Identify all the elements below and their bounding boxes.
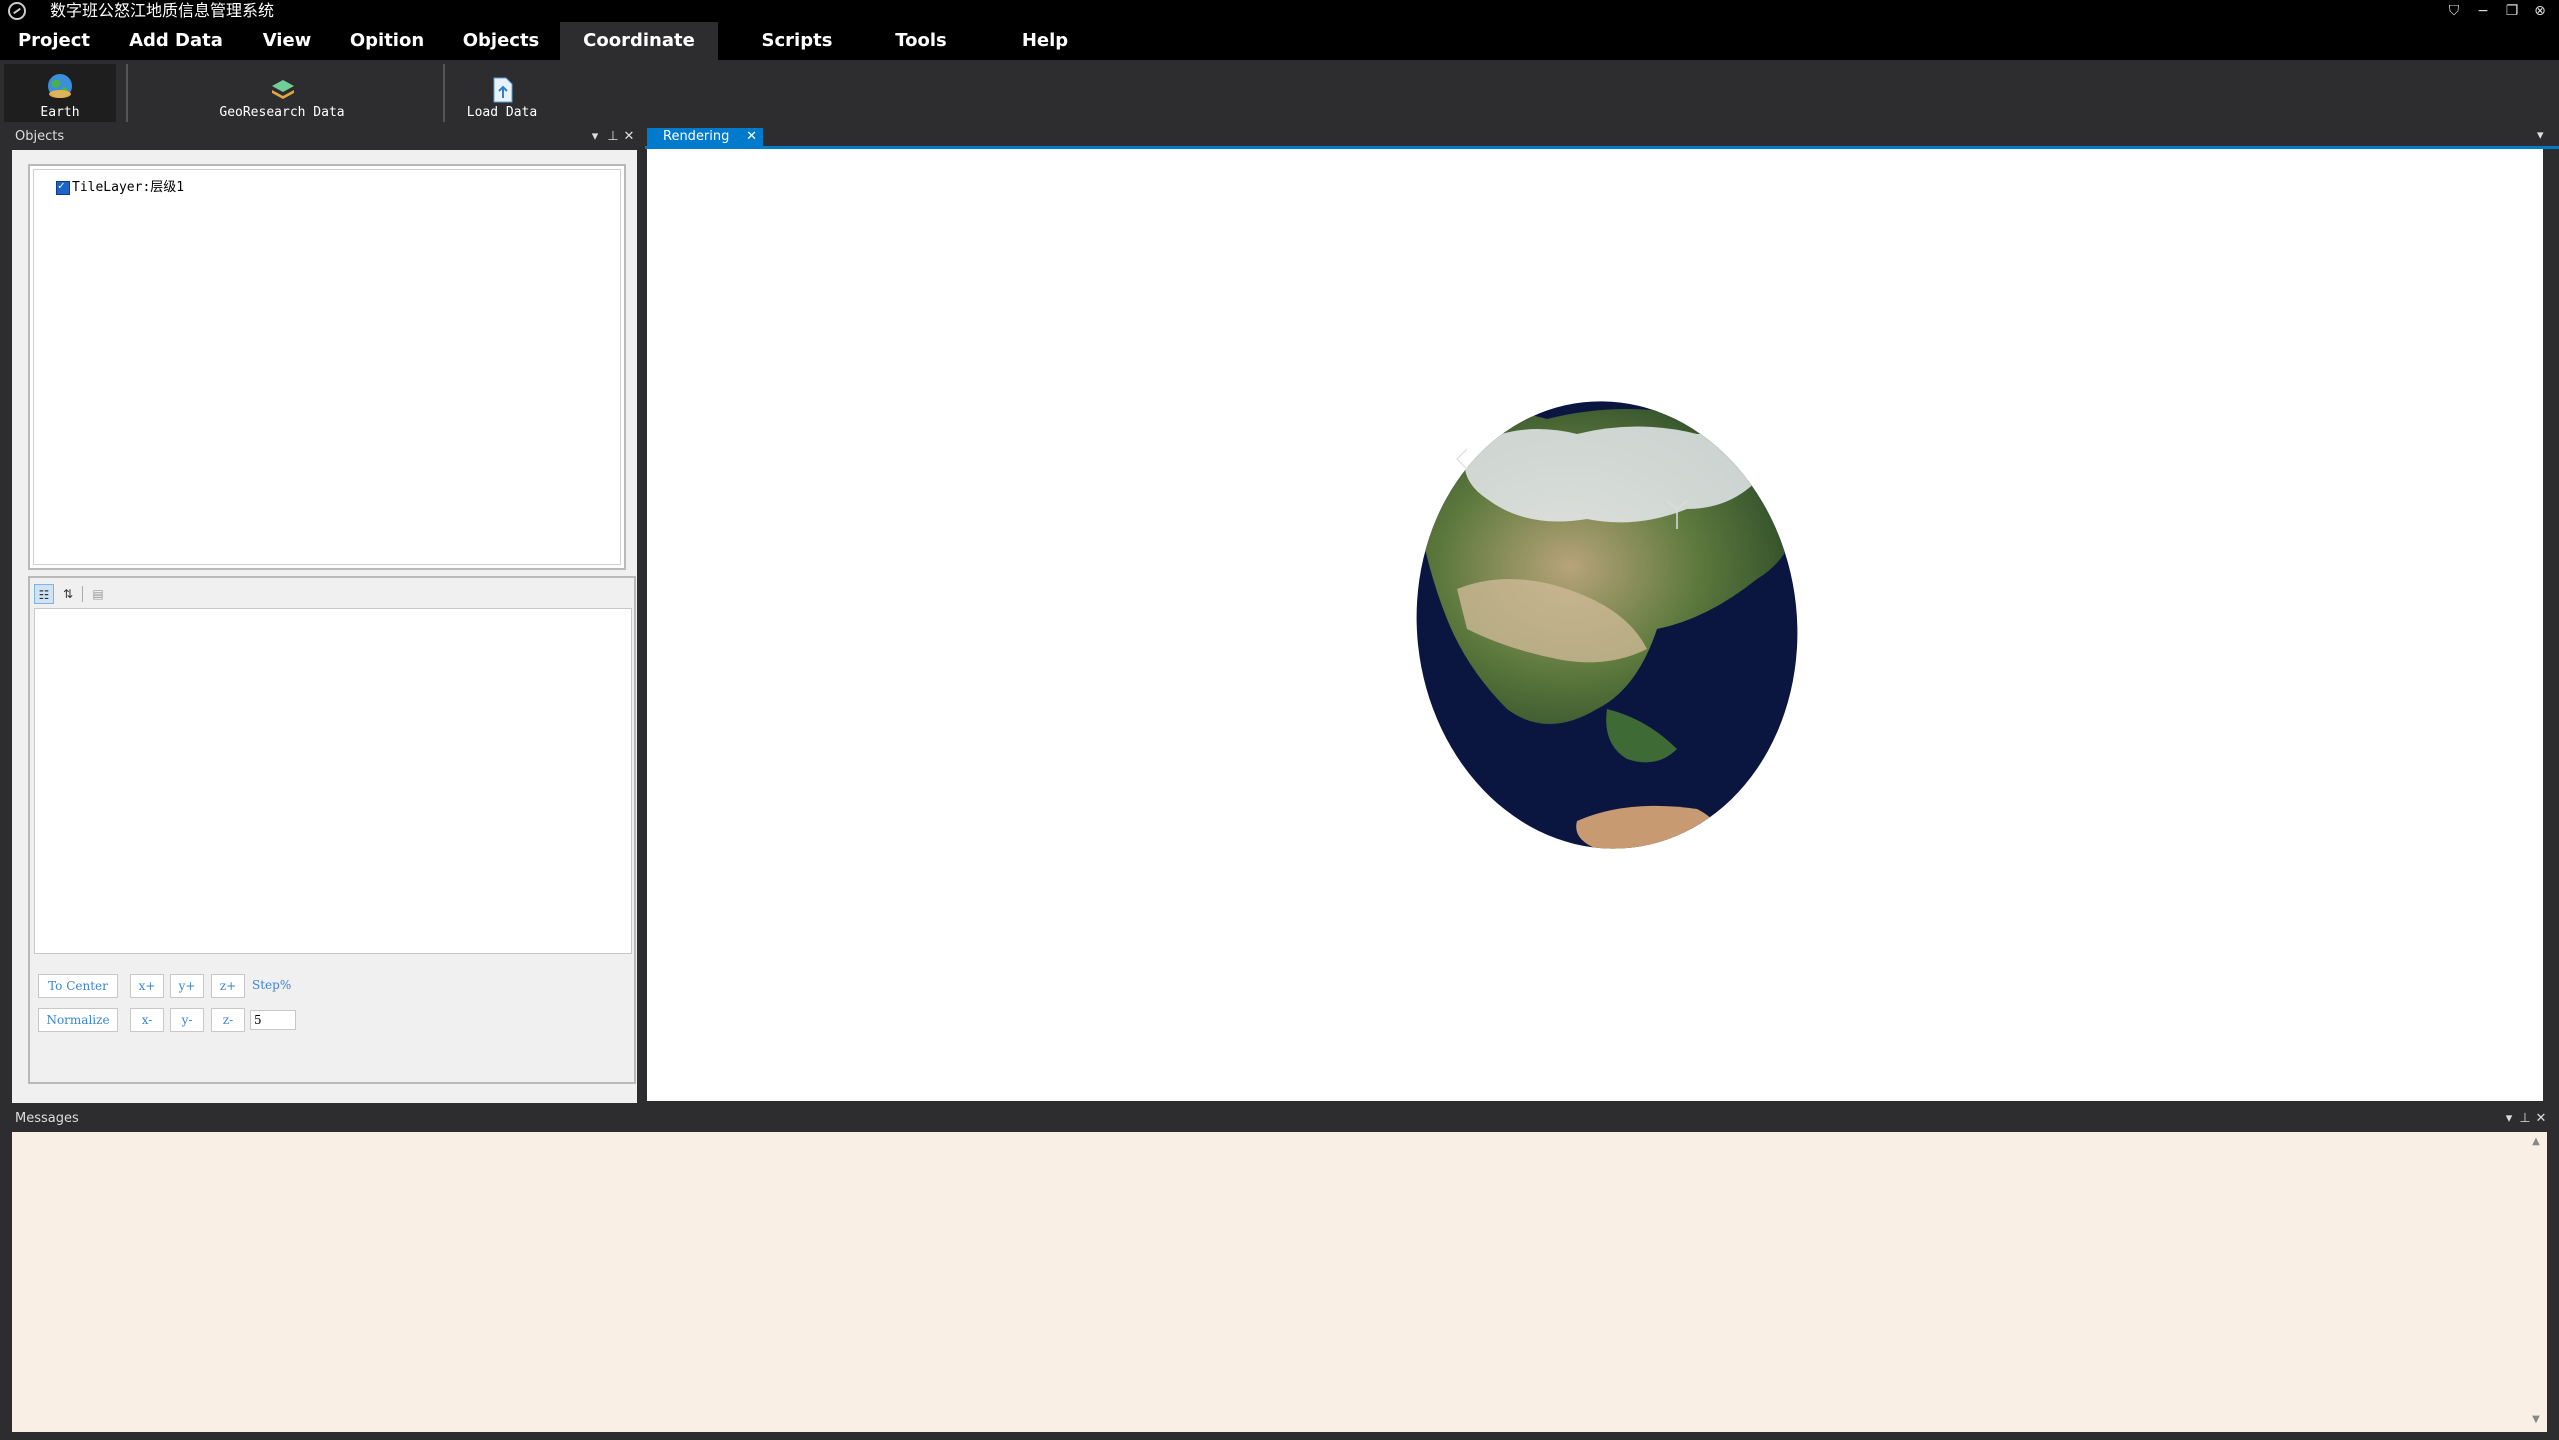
tree-item-tilelayer[interactable]: TileLayer:层级1 (56, 176, 184, 195)
menu-help[interactable]: Help (1000, 22, 1090, 60)
arctic-ice (1587, 350, 1667, 371)
panel-dropdown-icon[interactable]: ▾ (587, 128, 603, 146)
z-minus-button[interactable]: z- (211, 1008, 245, 1032)
tab-rendering[interactable]: Rendering ✕ (647, 128, 763, 146)
georesearch-data-button[interactable]: GeoResearch Data (206, 64, 358, 122)
x-plus-button[interactable]: x+ (130, 974, 164, 998)
skin-icon[interactable]: ⛉ (2444, 2, 2464, 20)
panel-close-icon[interactable]: ✕ (2533, 1110, 2549, 1128)
y-plus-button[interactable]: y+ (170, 974, 204, 998)
layers-icon (272, 80, 294, 99)
pin-icon[interactable]: ⊥ (2517, 1110, 2533, 1128)
menu-coordinate[interactable]: Coordinate (560, 22, 718, 60)
to-center-button[interactable]: To Center (38, 974, 118, 998)
menu-tools[interactable]: Tools (876, 22, 966, 60)
objects-panel-header: Objects ▾ ⊥ ✕ (15, 128, 635, 146)
messages-panel-header: Messages ▾ ⊥ ✕ (15, 1110, 2549, 1128)
layer-tree-inner: TileLayer:层级1 (33, 169, 621, 565)
messages-panel-title: Messages (15, 1111, 79, 1126)
tab-rendering-label: Rendering (663, 129, 730, 144)
restore-icon[interactable]: ❐ (2502, 2, 2522, 20)
scroll-up-icon[interactable]: ▲ (2529, 1136, 2543, 1147)
scroll-down-icon[interactable]: ▼ (2529, 1414, 2543, 1425)
menu-opition[interactable]: Opition (342, 22, 432, 60)
tab-close-icon[interactable]: ✕ (746, 128, 757, 146)
menu-project[interactable]: Project (10, 22, 98, 60)
step-input[interactable] (250, 1010, 296, 1030)
step-label: Step% (252, 978, 292, 992)
tree-item-label: TileLayer:层级1 (72, 180, 185, 195)
objects-panel-body: TileLayer:层级1 ☷ ⇅ ▤ To Center x+ y+ z+ S… (12, 150, 637, 1103)
3d-viewport[interactable] (647, 149, 2543, 1101)
document-tab-strip: Rendering ✕ ▾ (645, 128, 2559, 146)
tab-list-dropdown-icon[interactable]: ▾ (2537, 128, 2544, 143)
menu-scripts[interactable]: Scripts (752, 22, 842, 60)
ribbon-divider (443, 64, 445, 122)
alphabetical-sort-icon[interactable]: ⇅ (58, 584, 78, 604)
menu-view[interactable]: View (252, 22, 322, 60)
ribbon-divider (126, 64, 128, 122)
rendering-area: Rendering ✕ ▾ (645, 128, 2559, 1103)
objects-panel: Objects ▾ ⊥ ✕ TileLayer:层级1 ☷ ⇅ ▤ To Cen… (10, 128, 637, 1103)
earth-button-label: Earth (40, 105, 80, 120)
greenland-ice (1517, 382, 1577, 394)
close-icon[interactable]: ⊗ (2530, 2, 2550, 20)
normalize-button[interactable]: Normalize (38, 1008, 118, 1032)
x-minus-button[interactable]: x- (130, 1008, 164, 1032)
messages-log[interactable]: ▲ ▼ (12, 1132, 2547, 1432)
panel-dropdown-icon[interactable]: ▾ (2501, 1110, 2517, 1128)
layer-tree[interactable]: TileLayer:层级1 (28, 164, 626, 570)
z-plus-button[interactable]: z+ (211, 974, 245, 998)
app-logo-icon (8, 2, 26, 20)
axis-marker-left (1456, 448, 1468, 470)
minimize-icon[interactable]: − (2473, 2, 2493, 20)
messages-scrollbar[interactable]: ▲ ▼ (2525, 1132, 2547, 1432)
window-title: 数字班公怒江地质信息管理系统 (50, 1, 275, 20)
categorized-icon[interactable]: ☷ (34, 584, 54, 604)
property-grid[interactable] (34, 608, 632, 954)
objects-panel-title: Objects (15, 129, 65, 144)
ribbon-toolbar: Earth GeoResearch Data Load Data (0, 60, 2559, 126)
property-panel: ☷ ⇅ ▤ To Center x+ y+ z+ Step% Normalize… (28, 576, 636, 1084)
menu-add-data[interactable]: Add Data (126, 22, 226, 60)
menu-objects[interactable]: Objects (456, 22, 546, 60)
load-data-button[interactable]: Load Data (458, 64, 546, 122)
panel-close-icon[interactable]: ✕ (621, 128, 637, 146)
toolbar-divider (82, 586, 83, 602)
earth-button[interactable]: Earth (4, 64, 116, 122)
layer-checkbox[interactable] (56, 179, 70, 195)
property-pages-icon[interactable]: ▤ (88, 584, 108, 604)
y-minus-button[interactable]: y- (170, 1008, 204, 1032)
load-data-label: Load Data (466, 105, 538, 120)
title-bar: 数字班公怒江地质信息管理系统 ⛉ − ❐ ⊗ (0, 0, 2559, 22)
globe-render (1416, 350, 1799, 851)
menu-bar: Project Add Data View Opition Objects Co… (0, 22, 2559, 60)
pin-icon[interactable]: ⊥ (605, 128, 621, 146)
earth-icon (48, 74, 72, 98)
messages-panel: Messages ▾ ⊥ ✕ ▲ ▼ (10, 1110, 2549, 1435)
georesearch-data-label: GeoResearch Data (219, 105, 345, 120)
load-file-icon (493, 77, 513, 103)
